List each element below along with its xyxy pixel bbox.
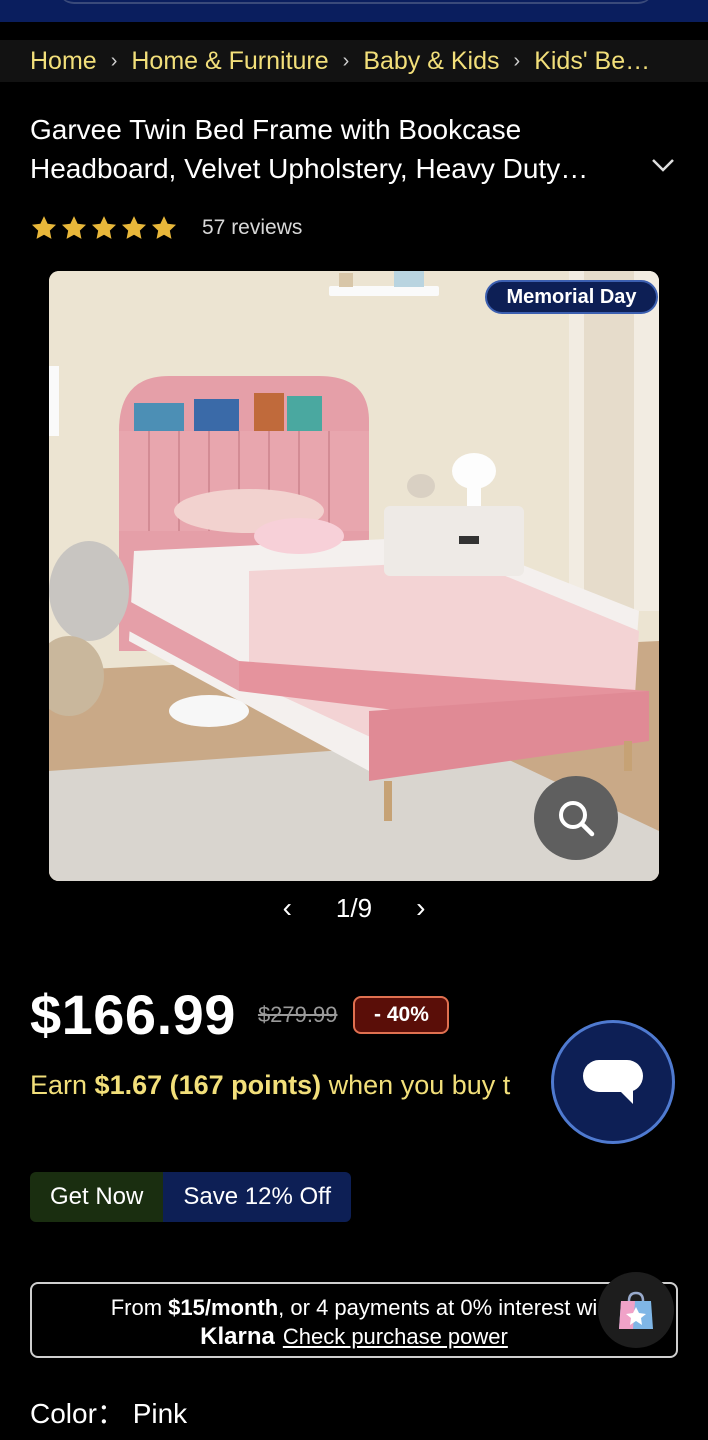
breadcrumb-kids-beds[interactable]: Kids' Be… — [534, 47, 650, 76]
star-icon — [91, 216, 117, 239]
chevron-left-icon[interactable]: ‹ — [283, 892, 292, 924]
star-icon — [61, 216, 87, 239]
get-now-button[interactable]: Get Now — [30, 1172, 164, 1222]
star-icon — [31, 216, 57, 239]
breadcrumb-separator-icon: › — [513, 49, 521, 72]
chevron-right-icon[interactable]: › — [416, 892, 425, 924]
search-bar-edge[interactable] — [58, 0, 654, 4]
product-title: Garvee Twin Bed Frame with Bookcase Head… — [30, 110, 620, 188]
search-icon — [559, 801, 595, 837]
chevron-down-icon[interactable] — [650, 152, 676, 178]
klarna-logo: Klarna — [200, 1323, 275, 1350]
zoom-button[interactable] — [534, 776, 618, 860]
klarna-box: From $15/month, or 4 payments at 0% inte… — [30, 1282, 678, 1358]
breadcrumb-home[interactable]: Home — [30, 47, 97, 76]
earn-prefix: Earn — [30, 1070, 95, 1100]
review-count[interactable]: 57 reviews — [202, 216, 302, 240]
coupon-banner[interactable]: Get Now Save 12% Off — [30, 1172, 352, 1222]
breadcrumb: Home › Home & Furniture › Baby & Kids › … — [0, 40, 708, 82]
memorial-day-badge: Memorial Day — [485, 280, 658, 314]
star-rating — [30, 214, 178, 242]
chat-bubble-icon — [583, 1060, 643, 1104]
image-pager: ‹ 1/9 › — [0, 892, 708, 924]
product-title-line1: Garvee Twin Bed Frame with Bookcase — [30, 114, 522, 145]
color-label: Color： — [30, 1398, 125, 1429]
klarna-payments: , or 4 payments at 0% interest wi — [278, 1295, 598, 1320]
discount-badge: - 40% — [353, 995, 450, 1034]
color-selector: Color： Pink — [30, 1392, 187, 1432]
earn-points-text: Earn $1.67 (167 points) when you buy t — [30, 1070, 570, 1101]
breadcrumb-separator-icon: › — [110, 49, 118, 72]
earn-suffix: when you buy t — [321, 1070, 511, 1100]
top-bar — [0, 0, 708, 22]
rating-row[interactable]: 57 reviews — [30, 214, 302, 242]
klarna-from: From — [110, 1295, 169, 1320]
star-icon — [121, 216, 147, 239]
earn-amount: $1.67 (167 points) — [94, 1070, 322, 1100]
breadcrumb-separator-icon: › — [342, 49, 350, 72]
product-title-line2: Headboard, Velvet Upholstery, Heavy Duty… — [30, 153, 589, 184]
chat-button[interactable] — [551, 1020, 675, 1144]
save-offer-label: Save 12% Off — [163, 1172, 352, 1222]
breadcrumb-home-furniture[interactable]: Home & Furniture — [131, 47, 328, 76]
original-price: $279.99 — [257, 1001, 338, 1027]
star-icon — [151, 216, 177, 239]
current-price: $166.99 — [30, 983, 236, 1046]
breadcrumb-baby-kids[interactable]: Baby & Kids — [363, 47, 499, 76]
check-purchase-power-link[interactable]: Check purchase power — [283, 1324, 508, 1349]
klarna-monthly: $15/month — [168, 1295, 279, 1320]
image-counter: 1/9 — [335, 892, 373, 923]
price-row: $166.99 $279.99 - 40% — [30, 982, 450, 1047]
color-value: Pink — [132, 1398, 188, 1429]
shopping-bag-icon — [619, 1291, 653, 1329]
shopping-bag-button[interactable] — [598, 1272, 674, 1348]
